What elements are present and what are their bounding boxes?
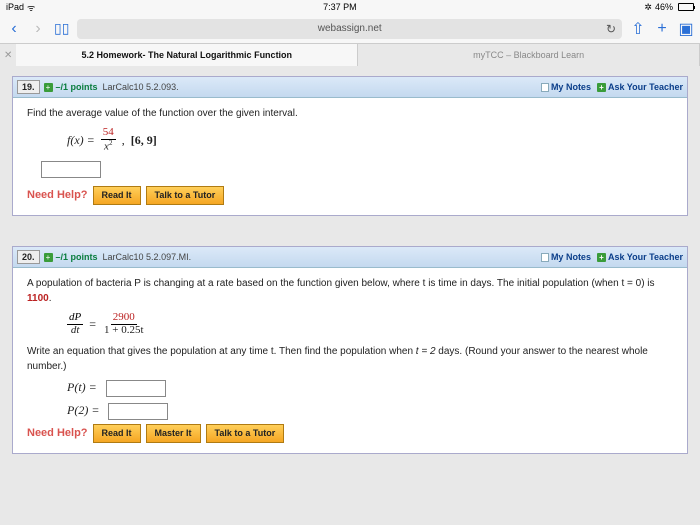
expand-icon[interactable]: + bbox=[44, 83, 53, 92]
my-notes-label: My Notes bbox=[551, 82, 591, 92]
note-icon bbox=[541, 253, 549, 262]
initial-pop: 1100 bbox=[27, 293, 49, 304]
my-notes-button[interactable]: My Notes bbox=[541, 82, 591, 92]
tab-other[interactable]: myTCC – Blackboard Learn bbox=[358, 44, 700, 66]
interval: [6, 9] bbox=[131, 131, 157, 149]
prompt-text-2a: Write an equation that gives the populat… bbox=[27, 346, 416, 357]
need-help-row: Need Help? Read It Talk to a Tutor bbox=[27, 186, 673, 206]
ask-teacher-button[interactable]: +Ask Your Teacher bbox=[597, 82, 683, 92]
bluetooth-icon: ✲ bbox=[644, 2, 652, 13]
my-notes-label: My Notes bbox=[551, 252, 591, 262]
question-number: 19. bbox=[17, 80, 40, 94]
question-20: 20. + –/1 points LarCalc10 5.2.097.MI. M… bbox=[12, 246, 688, 454]
question-formula: dPdt = 29001 + 0.25t bbox=[67, 312, 673, 336]
frac-den: 1 + 0.25t bbox=[102, 325, 146, 337]
question-number: 20. bbox=[17, 250, 40, 264]
comma: , bbox=[122, 131, 125, 149]
question-19: 19. + –/1 points LarCalc10 5.2.093. My N… bbox=[12, 76, 688, 216]
need-help-label: Need Help? bbox=[27, 425, 88, 442]
battery-pct: 46% bbox=[655, 2, 673, 12]
note-icon bbox=[541, 83, 549, 92]
dot: . bbox=[49, 293, 52, 304]
need-help-label: Need Help? bbox=[27, 187, 88, 204]
fx-label: f(x) = bbox=[67, 131, 95, 149]
question-ref: LarCalc10 5.2.093. bbox=[103, 82, 179, 92]
frac-num: 2900 bbox=[111, 312, 137, 325]
reload-icon[interactable]: ↻ bbox=[606, 22, 616, 36]
wifi-icon: ᯤ bbox=[27, 1, 35, 14]
answer-input-pt[interactable] bbox=[106, 380, 166, 397]
question-ref: LarCalc10 5.2.097.MI. bbox=[103, 252, 192, 262]
share-icon[interactable]: ⇧ bbox=[630, 19, 646, 39]
page-content: 19. + –/1 points LarCalc10 5.2.093. My N… bbox=[0, 66, 700, 454]
expand-icon[interactable]: + bbox=[44, 253, 53, 262]
question-header: 20. + –/1 points LarCalc10 5.2.097.MI. M… bbox=[13, 247, 687, 268]
need-help-row: Need Help? Read It Master It Talk to a T… bbox=[27, 424, 673, 444]
url-bar[interactable]: webassign.net ↻ bbox=[77, 19, 622, 39]
question-prompt-2: Write an equation that gives the populat… bbox=[27, 344, 673, 374]
forward-button[interactable]: › bbox=[30, 20, 46, 38]
plus-icon: + bbox=[597, 253, 606, 262]
tabs-icon[interactable]: ▣ bbox=[678, 19, 694, 39]
pt-row: P(t) = bbox=[67, 378, 673, 397]
master-it-button[interactable]: Master It bbox=[146, 424, 201, 444]
question-header: 19. + –/1 points LarCalc10 5.2.093. My N… bbox=[13, 77, 687, 98]
tab-active[interactable]: 5.2 Homework- The Natural Logarithmic Fu… bbox=[16, 44, 358, 66]
answer-input-p2[interactable] bbox=[108, 403, 168, 420]
t-value: t = 2 bbox=[416, 346, 436, 357]
question-points: –/1 points bbox=[56, 82, 98, 92]
question-points: –/1 points bbox=[56, 252, 98, 262]
my-notes-button[interactable]: My Notes bbox=[541, 252, 591, 262]
browser-nav-bar: ‹ › ▯▯ webassign.net ↻ ⇧ + ▣ bbox=[0, 14, 700, 44]
question-formula: f(x) = 54x2 , [6, 9] bbox=[67, 127, 673, 153]
tab-bar: ✕ 5.2 Homework- The Natural Logarithmic … bbox=[0, 44, 700, 66]
talk-tutor-button[interactable]: Talk to a Tutor bbox=[206, 424, 285, 444]
question-prompt: Find the average value of the function o… bbox=[27, 106, 673, 121]
ask-teacher-label: Ask Your Teacher bbox=[608, 252, 683, 262]
read-it-button[interactable]: Read It bbox=[93, 186, 141, 206]
prompt-text-1: A population of bacteria P is changing a… bbox=[27, 278, 655, 289]
ask-teacher-label: Ask Your Teacher bbox=[608, 82, 683, 92]
status-time: 7:37 PM bbox=[323, 2, 357, 12]
url-text: webassign.net bbox=[318, 23, 382, 34]
talk-tutor-button[interactable]: Talk to a Tutor bbox=[146, 186, 225, 206]
tab-other-label: myTCC – Blackboard Learn bbox=[473, 50, 584, 60]
bookmarks-icon[interactable]: ▯▯ bbox=[54, 20, 69, 37]
dP: dP bbox=[67, 312, 83, 325]
Pt-label: P(t) = bbox=[67, 380, 97, 394]
tab-active-label: 5.2 Homework- The Natural Logarithmic Fu… bbox=[82, 50, 293, 60]
dt: dt bbox=[69, 325, 82, 337]
new-tab-icon[interactable]: + bbox=[654, 20, 670, 38]
plus-icon: + bbox=[597, 83, 606, 92]
question-prompt: A population of bacteria P is changing a… bbox=[27, 276, 673, 306]
back-button[interactable]: ‹ bbox=[6, 20, 22, 38]
P2-label: P(2) = bbox=[67, 403, 99, 417]
ask-teacher-button[interactable]: +Ask Your Teacher bbox=[597, 252, 683, 262]
read-it-button[interactable]: Read It bbox=[93, 424, 141, 444]
device-name: iPad bbox=[6, 2, 24, 12]
equals: = bbox=[89, 315, 96, 333]
answer-input[interactable] bbox=[41, 161, 101, 178]
status-bar: iPad ᯤ 7:37 PM ✲ 46% bbox=[0, 0, 700, 14]
p2-row: P(2) = bbox=[67, 401, 673, 420]
battery-icon bbox=[676, 3, 694, 11]
close-tab-icon[interactable]: ✕ bbox=[0, 50, 16, 61]
